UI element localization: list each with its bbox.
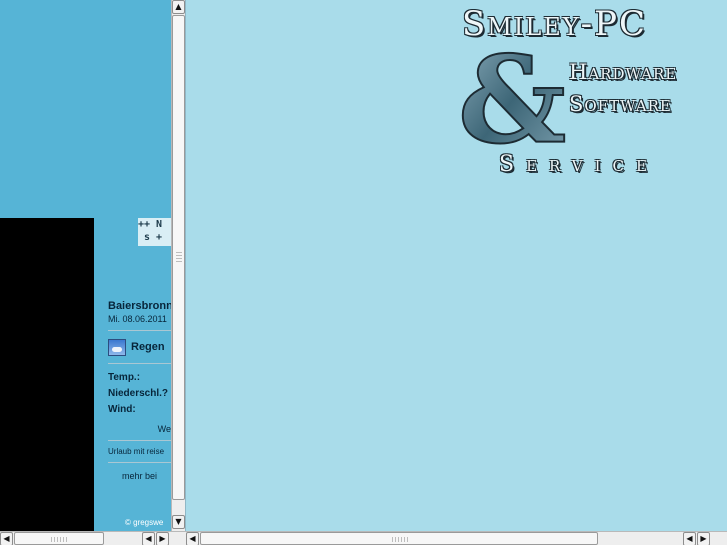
divider [108,363,171,364]
scroll-down-arrow-icon[interactable]: ▼ [172,515,185,529]
vertical-scroll-thumb[interactable] [172,15,185,500]
weather-condition-row: Regen [108,337,171,357]
logo-title: Smiley-PC [462,4,648,44]
news-ticker[interactable]: ++ N s + [138,218,171,246]
left-frame-content: ++ N s + Baiersbronn Mi. 08.06.2011 Rege… [0,0,171,531]
weather-widget: Baiersbronn Mi. 08.06.2011 Regen Temp.: … [108,300,171,481]
ampersand-logo-icon: & [457,42,566,152]
scroll-right-arrow-icon[interactable]: ▶ [697,532,710,545]
weather-more-link[interactable]: We [108,424,171,434]
left-frame: ++ N s + Baiersbronn Mi. 08.06.2011 Rege… [0,0,185,545]
right-frame-content: Smiley-PC & Hardware Software Service [185,0,727,531]
rain-weather-icon [108,338,126,356]
horizontal-scroll-thumb[interactable] [200,532,598,545]
black-panel [0,218,94,531]
news-ticker-line: s + [138,232,163,243]
divider [108,440,171,441]
grip-icon [176,252,182,262]
divider [108,462,171,463]
left-horizontal-scrollbar[interactable]: ◀ ◀ ▶ [0,531,185,545]
right-horizontal-scrollbar[interactable]: ◀ ◀ ▶ [185,531,727,545]
right-frame: Smiley-PC & Hardware Software Service ◀ … [185,0,727,545]
left-vertical-scrollbar[interactable]: ▲ ▼ [171,0,185,531]
scroll-left-arrow-icon[interactable]: ◀ [683,532,696,545]
grip-icon [392,537,408,542]
weather-date: Mi. 08.06.2011 [108,314,167,324]
scroll-left-arrow-icon[interactable]: ◀ [142,532,155,545]
weather-credit[interactable]: © gregswe [125,518,163,527]
weather-wind-label: Wind: [108,404,136,415]
grip-icon [51,537,67,542]
weather-condition: Regen [131,341,165,353]
scroll-left-arrow-icon[interactable]: ◀ [186,532,199,545]
weather-city: Baiersbronn [108,300,171,312]
news-ticker-line: ++ N [138,219,163,230]
scroll-left-arrow-icon[interactable]: ◀ [0,532,13,545]
scroll-right-arrow-icon[interactable]: ▶ [156,532,169,545]
divider [108,330,171,331]
scroll-up-arrow-icon[interactable]: ▲ [172,0,185,14]
horizontal-scroll-thumb[interactable] [14,532,104,545]
logo-service: Service [499,152,659,177]
logo-software: Software [569,92,672,116]
weather-source-link[interactable]: mehr bei [108,471,171,481]
logo-hardware: Hardware [569,60,678,84]
vacation-link[interactable]: Urlaub mit reise [108,447,171,456]
smiley-pc-logo: Smiley-PC & Hardware Software Service [454,2,727,192]
weather-temp-label: Temp.: [108,372,141,383]
svg-text:&: & [458,42,566,152]
weather-precip-label: Niederschl.? [108,388,169,399]
